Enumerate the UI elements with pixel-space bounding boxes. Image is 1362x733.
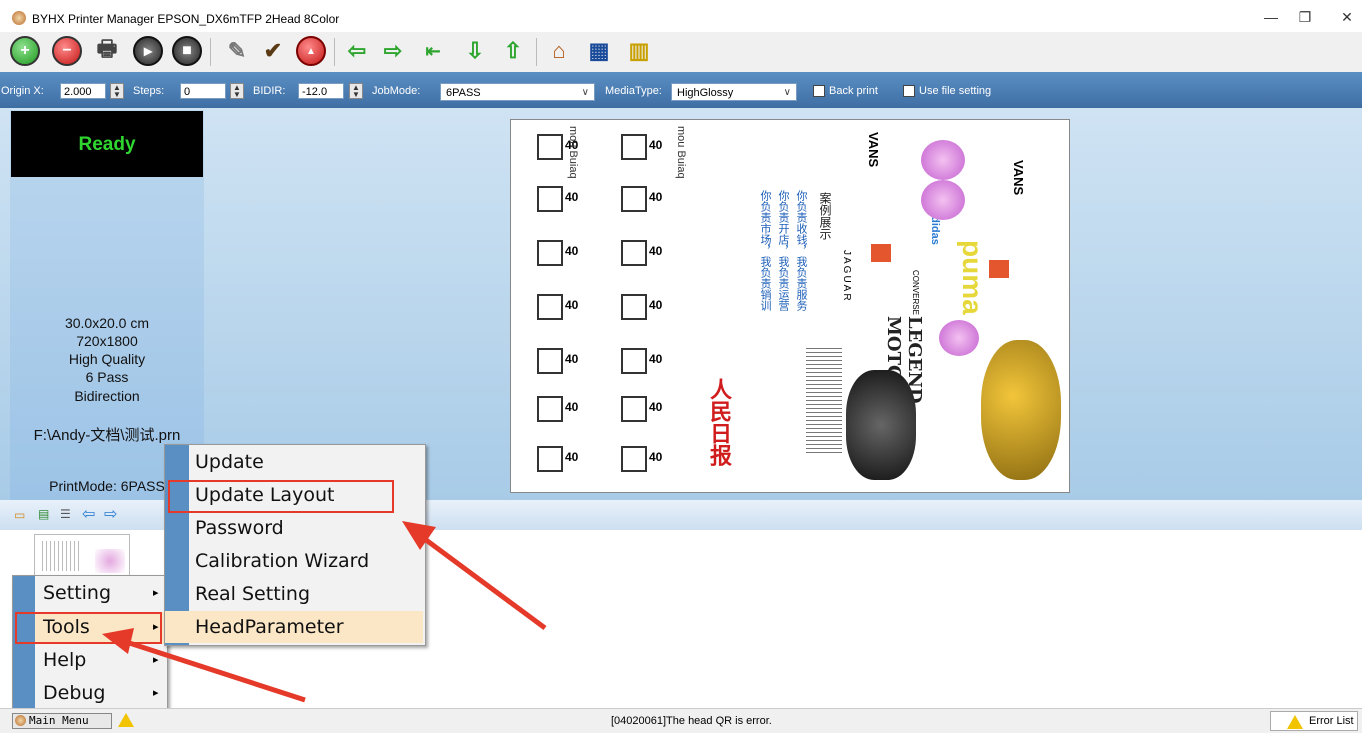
status-message: [04020061]The head QR is error. [611,715,772,727]
error-list-label: Error List [1309,715,1354,727]
annotation-arrow-shaft [119,637,306,703]
annotation-arrowhead [102,628,134,654]
main-menu-button[interactable]: Main Menu [12,713,112,729]
annotation-arrows [102,521,547,703]
warning-icon[interactable] [118,713,134,727]
error-list-button[interactable]: Error List [1270,711,1358,731]
status-bar: Main Menu [04020061]The head QR is error… [0,708,1362,733]
main-menu-label: Main Menu [29,714,89,727]
app-icon [15,715,26,726]
annotation-arrow-shaft [416,531,547,631]
warning-icon [1287,715,1303,729]
